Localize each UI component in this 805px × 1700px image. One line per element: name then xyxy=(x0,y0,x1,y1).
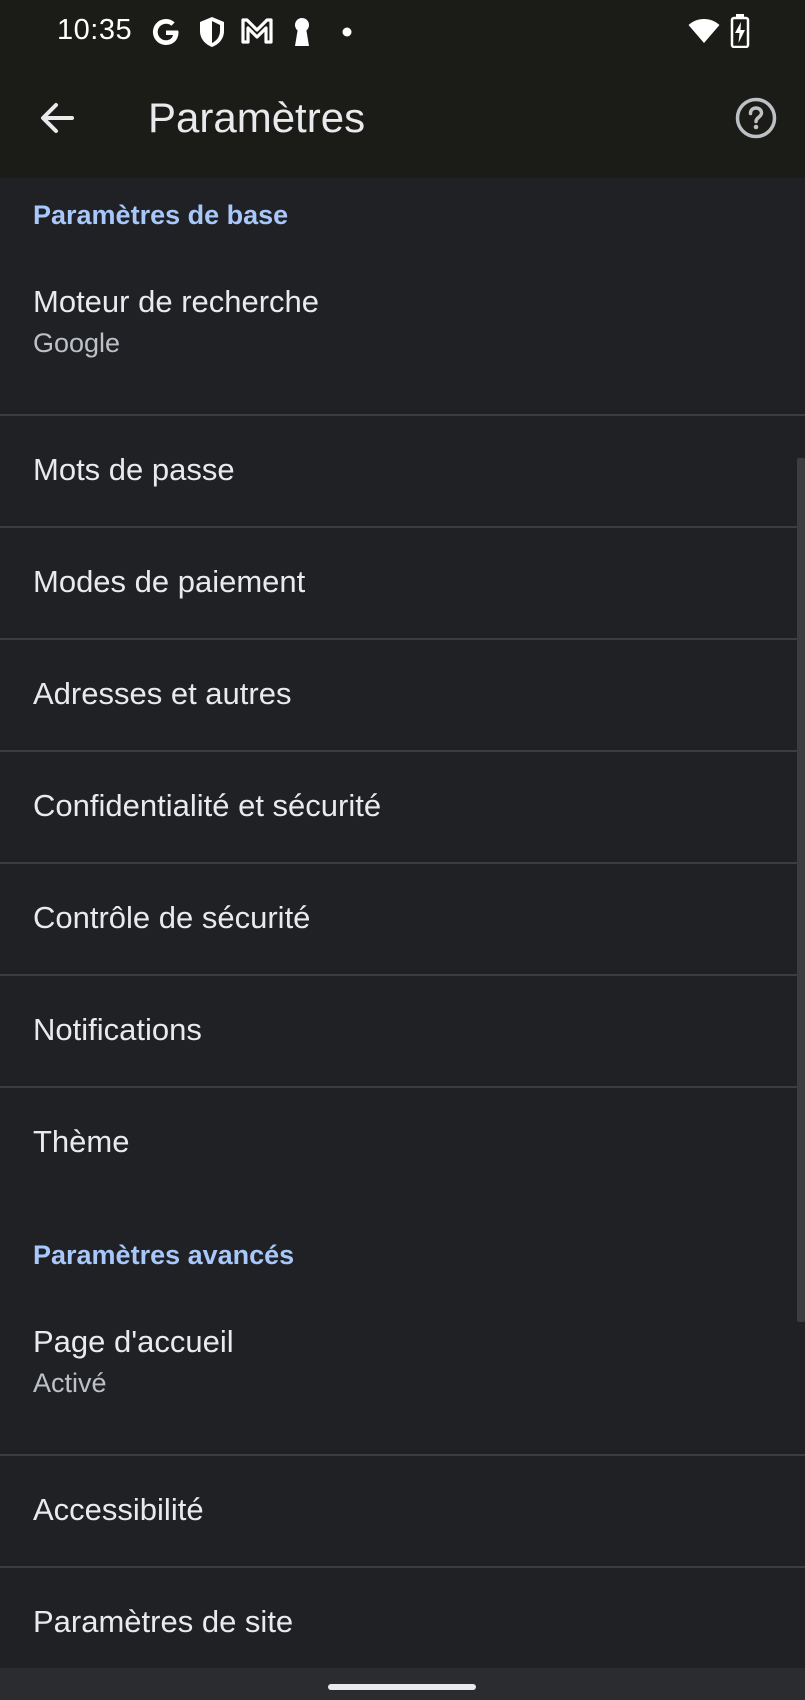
gmail-icon xyxy=(241,18,273,44)
settings-item-subtitle: Google xyxy=(33,328,121,358)
settings-item-homepage[interactable]: Page d'accueil Activé xyxy=(0,1292,805,1434)
settings-item-site-settings[interactable]: Paramètres de site xyxy=(0,1568,805,1678)
google-icon xyxy=(152,19,179,46)
settings-screen: 10:35 Paramètres Paramètres de base Mote… xyxy=(0,0,805,1700)
gesture-nav-bar xyxy=(0,1668,805,1700)
scrollbar[interactable] xyxy=(797,458,805,1322)
settings-item-title: Mots de passe xyxy=(33,452,235,487)
settings-item-theme[interactable]: Thème xyxy=(0,1088,805,1198)
settings-item-title: Adresses et autres xyxy=(33,676,292,711)
settings-item-title: Accessibilité xyxy=(33,1492,204,1527)
settings-item-title: Paramètres de site xyxy=(33,1604,294,1639)
settings-item-privacy-security[interactable]: Confidentialité et sécurité xyxy=(0,752,805,862)
settings-item-title: Confidentialité et sécurité xyxy=(33,788,382,823)
home-gesture-handle[interactable] xyxy=(328,1684,476,1690)
settings-item-title: Notifications xyxy=(33,1012,202,1047)
settings-item-title: Moteur de recherche xyxy=(33,284,320,319)
status-time: 10:35 xyxy=(57,14,133,46)
battery-charging-icon xyxy=(730,14,750,48)
settings-item-title: Modes de paiement xyxy=(33,564,306,599)
settings-list: Paramètres de base Moteur de recherche G… xyxy=(0,178,805,1668)
settings-item-addresses[interactable]: Adresses et autres xyxy=(0,640,805,750)
status-bar: 10:35 xyxy=(0,0,805,66)
settings-item-notifications[interactable]: Notifications xyxy=(0,976,805,1086)
settings-item-title: Page d'accueil xyxy=(33,1324,234,1359)
settings-item-search-engine[interactable]: Moteur de recherche Google xyxy=(0,252,805,394)
app-bar: Paramètres xyxy=(0,66,805,178)
settings-item-title: Thème xyxy=(33,1124,130,1159)
help-icon[interactable] xyxy=(728,90,784,146)
shield-icon xyxy=(200,17,224,47)
settings-item-safety-check[interactable]: Contrôle de sécurité xyxy=(0,864,805,974)
dot-icon xyxy=(342,27,352,37)
settings-item-subtitle: Activé xyxy=(33,1368,107,1398)
wifi-icon xyxy=(688,19,720,43)
settings-item-payment-methods[interactable]: Modes de paiement xyxy=(0,528,805,638)
section-header-basic: Paramètres de base xyxy=(33,200,289,230)
settings-item-accessibility[interactable]: Accessibilité xyxy=(0,1456,805,1566)
keyhole-icon xyxy=(295,18,309,46)
settings-item-passwords[interactable]: Mots de passe xyxy=(0,416,805,526)
page-title: Paramètres xyxy=(148,94,366,141)
section-header-advanced: Paramètres avancés xyxy=(33,1240,295,1270)
settings-item-title: Contrôle de sécurité xyxy=(33,900,311,935)
arrow-back-icon[interactable] xyxy=(28,88,88,148)
